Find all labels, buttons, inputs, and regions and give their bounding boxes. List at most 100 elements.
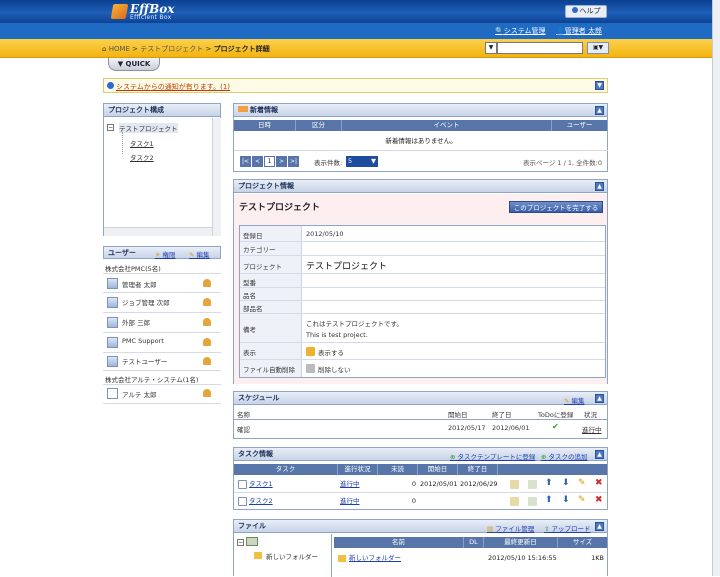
template-icon[interactable]: [510, 480, 519, 489]
users-edit-link[interactable]: ✎ 編集: [189, 249, 210, 259]
drive-icon: [246, 537, 258, 546]
arrow-down-icon[interactable]: ⬇: [562, 495, 570, 505]
system-mgmt-link[interactable]: 🔍システム管理: [495, 26, 546, 36]
delete-icon[interactable]: ✖: [595, 495, 603, 505]
task-name[interactable]: タスク2: [249, 496, 273, 507]
tree-collapse-icon[interactable]: −: [237, 539, 244, 546]
arrow-down-icon[interactable]: ⬇: [562, 478, 570, 488]
breadcrumb-home[interactable]: HOME: [109, 45, 130, 53]
folder-icon: [338, 555, 346, 562]
plus-icon: ⊕: [541, 453, 547, 461]
arrow-up-icon[interactable]: ⬆: [545, 495, 553, 505]
quick-tab[interactable]: ▼ QUICK: [108, 58, 160, 71]
project-info-title: プロジェクト情報: [234, 180, 607, 193]
search-button[interactable]: ▣▼: [587, 42, 609, 54]
notify-icon[interactable]: [203, 389, 211, 397]
field-value: テストプロジェクト: [306, 262, 388, 272]
pager-next[interactable]: >: [276, 156, 287, 167]
col-header: 未読: [378, 464, 418, 475]
tree-child-task1[interactable]: タスク1: [130, 138, 154, 148]
breadcrumb-sep: >: [205, 45, 212, 53]
check-icon: ✔: [552, 422, 559, 431]
tree-hscrollbar[interactable]: [104, 227, 212, 236]
collapse-icon[interactable]: ▲: [595, 394, 604, 403]
breadcrumb-project[interactable]: テストプロジェクト: [140, 45, 203, 53]
add-task-link[interactable]: ⊕ タスクの追加: [541, 451, 588, 461]
user-name[interactable]: 管理者 太郎: [122, 279, 157, 289]
col-header: 進行状況: [338, 464, 378, 475]
pager-last[interactable]: >|: [288, 156, 299, 167]
col-header: ToDoに登録: [538, 411, 574, 419]
tree-root[interactable]: テストプロジェクト: [119, 123, 178, 133]
user-name[interactable]: テストユーザー: [122, 356, 167, 366]
news-icon: [238, 106, 248, 112]
file-name[interactable]: 新しいフォルダー: [349, 553, 401, 564]
col-header-actions: [498, 464, 608, 475]
help-button[interactable]: ヘルプ: [565, 5, 607, 18]
admin-user-link[interactable]: 👤管理者 太郎: [556, 26, 602, 36]
user-name[interactable]: ジョブ管理 次郎: [122, 297, 170, 307]
task-name[interactable]: タスク1: [249, 479, 273, 490]
delete-icon[interactable]: ✖: [595, 478, 603, 488]
divider: [240, 287, 605, 288]
pencil-icon[interactable]: ✎: [578, 478, 586, 488]
chevron-down-icon[interactable]: ▼: [595, 81, 604, 90]
field-label: 登録日: [243, 232, 263, 240]
schedule-panel: スケジュール ✎ 編集 ▲ 名称 開始日 終了日 ToDoに登録 状況 確認 2…: [233, 391, 608, 439]
notify-icon[interactable]: [203, 318, 211, 326]
page-scrollbar[interactable]: [712, 0, 720, 576]
tree-scrollbar[interactable]: [212, 118, 221, 236]
collapse-icon[interactable]: ▲: [595, 182, 604, 191]
search-scope-select[interactable]: ▼: [485, 42, 497, 54]
notice-link[interactable]: システムからの通知が有ります。(1): [116, 82, 230, 92]
pager-prev[interactable]: <: [252, 156, 263, 167]
task-status[interactable]: 進行中: [340, 479, 360, 490]
perm-link[interactable]: ✳ 権限: [155, 249, 176, 259]
col-header: サイズ: [558, 537, 608, 548]
notify-icon[interactable]: [203, 298, 211, 306]
notify-icon[interactable]: [203, 279, 211, 287]
user-name[interactable]: 外部 三郎: [122, 317, 150, 327]
task-template-link[interactable]: ⊕ タスクテンプレートに登録: [450, 451, 535, 461]
template-icon[interactable]: [510, 497, 519, 506]
count-select[interactable]: 5 ▼: [346, 156, 378, 167]
pencil-icon[interactable]: ✎: [578, 495, 586, 505]
help-label: ヘルプ: [579, 7, 601, 15]
tree-collapse-icon[interactable]: −: [107, 124, 114, 131]
copy-icon[interactable]: [528, 480, 537, 489]
upload-link[interactable]: ⇧ アップロード: [544, 523, 591, 533]
search-input[interactable]: [497, 42, 583, 54]
collapse-icon[interactable]: ▲: [595, 522, 604, 531]
col-header: 開始日: [418, 464, 458, 475]
user-name[interactable]: PMC Support: [122, 337, 164, 345]
col-header: イベント: [342, 120, 552, 131]
field-value: 削除しない: [318, 366, 351, 374]
collapse-icon[interactable]: ▲: [595, 106, 604, 115]
project-tree-panel: プロジェクト構成 − テストプロジェクト タスク1 タスク2: [103, 103, 221, 236]
schedule-status[interactable]: 進行中: [582, 424, 602, 434]
pager-first[interactable]: |<: [240, 156, 251, 167]
col-header: 区分: [296, 120, 342, 131]
tree-child-task2[interactable]: タスク2: [130, 152, 154, 162]
upload-icon: ⇧: [544, 525, 550, 533]
notify-icon[interactable]: [203, 357, 211, 365]
divider: [240, 241, 605, 242]
copy-icon[interactable]: [528, 497, 537, 506]
task-status[interactable]: 進行中: [340, 496, 360, 507]
pager-page[interactable]: 1: [264, 156, 275, 167]
tree-folder[interactable]: 新しいフォルダー: [266, 551, 318, 561]
collapse-icon[interactable]: ▲: [595, 450, 604, 459]
divider: [103, 352, 221, 353]
folder-icon: ▤: [487, 525, 494, 533]
user-name[interactable]: アルテ 太郎: [122, 389, 157, 399]
news-panel: 新着情報 ▲ 日時 区分 イベント ユーザー 新着情報はありません。 |< < …: [233, 103, 608, 172]
effbox-logo[interactable]: EffBox Efficient Box: [110, 2, 182, 21]
file-manage-link[interactable]: ▤ ファイル管理: [487, 523, 534, 533]
field-value: 表示する: [318, 349, 344, 357]
complete-project-button[interactable]: このプロジェクトを完了する: [509, 201, 603, 213]
divider: [240, 313, 605, 314]
arrow-up-icon[interactable]: ⬆: [545, 478, 553, 488]
notify-icon[interactable]: [203, 338, 211, 346]
schedule-edit-link[interactable]: ✎ 編集: [564, 395, 585, 405]
divider: [234, 419, 607, 420]
